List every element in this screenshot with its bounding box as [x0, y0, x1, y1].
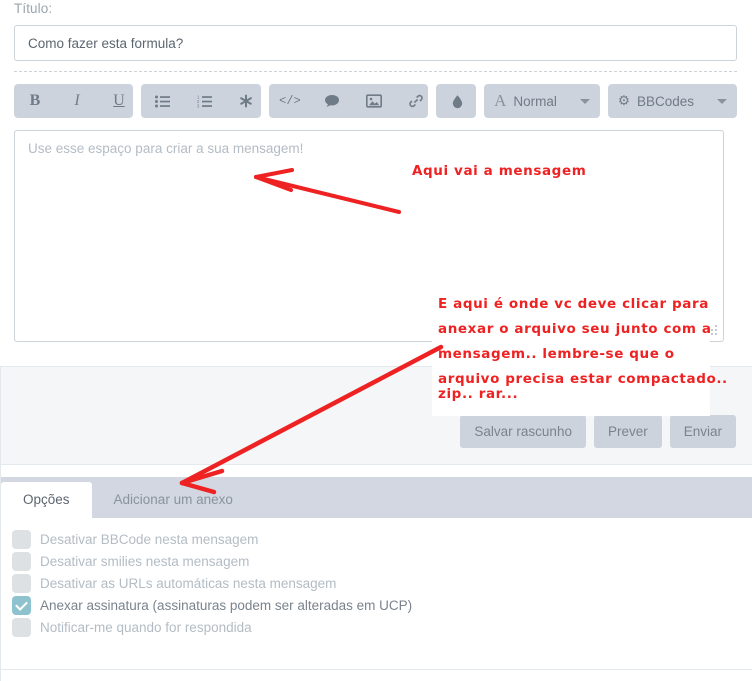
- checkbox-disable-bbcode[interactable]: [12, 530, 31, 549]
- option-label: Desativar BBCode nesta mensagem: [40, 532, 259, 547]
- list-item-button[interactable]: [225, 84, 260, 118]
- gear-icon: ⚙: [617, 93, 630, 108]
- italic-button[interactable]: I: [56, 84, 98, 118]
- option-row-attach-signature[interactable]: Anexar assinatura (assinaturas podem ser…: [12, 596, 412, 615]
- composer-tabs: Opções Adicionar um anexo: [1, 477, 752, 518]
- save-draft-button[interactable]: Salvar rascunho: [460, 415, 586, 448]
- title-separator: [14, 71, 737, 72]
- message-editor[interactable]: Use esse espaço para criar a sua mensage…: [14, 130, 724, 342]
- annotation-attach-line-3: mensagem.. lembre-se que o: [438, 346, 675, 362]
- post-composer-page: Título: B I U 1 2 3: [0, 0, 752, 681]
- option-row-disable-magic-urls[interactable]: Desativar as URLs automáticas nesta mens…: [12, 574, 412, 593]
- droplet-icon: [452, 94, 462, 108]
- link-icon: [409, 94, 423, 108]
- editor-placeholder: Use esse espaço para criar a sua mensage…: [28, 141, 304, 156]
- toolbar-group-text-style: B I U: [14, 84, 134, 118]
- numbered-list-icon: 1 2 3: [197, 95, 212, 108]
- speech-bubble-icon: [324, 95, 339, 107]
- svg-text:3: 3: [197, 103, 200, 107]
- footer-rule: [0, 669, 752, 670]
- toolbar-group-lists: 1 2 3: [141, 84, 261, 118]
- options-list: Desativar BBCode nesta mensagem Desativa…: [12, 530, 412, 637]
- title-label: Título:: [14, 1, 53, 16]
- checkbox-disable-magic-urls[interactable]: [12, 574, 31, 593]
- option-label: Desativar smilies nesta mensagem: [40, 554, 250, 569]
- font-size-icon: A: [494, 91, 507, 110]
- title-input[interactable]: [14, 25, 737, 61]
- text-color-button[interactable]: [436, 84, 476, 118]
- bullet-list-icon: [154, 95, 170, 107]
- option-label: Desativar as URLs automáticas nesta mens…: [40, 576, 337, 591]
- editor-resize-handle[interactable]: [706, 324, 720, 338]
- quote-button[interactable]: [311, 84, 353, 118]
- font-size-dropdown[interactable]: A Normal: [484, 84, 600, 118]
- chevron-down-icon: [717, 98, 728, 104]
- bbcodes-dropdown[interactable]: ⚙ BBCodes: [607, 84, 738, 118]
- underline-button[interactable]: U: [98, 84, 133, 118]
- toolbar-group-insert: </>: [268, 84, 429, 118]
- tab-opcoes[interactable]: Opções: [1, 481, 92, 518]
- option-row-notify-on-reply[interactable]: Notificar-me quando for respondida: [12, 618, 412, 637]
- left-rail: [0, 366, 1, 681]
- image-button[interactable]: [353, 84, 395, 118]
- font-size-label: Normal: [513, 93, 557, 109]
- editor-toolbar: B I U 1 2 3 </> A Normal ⚙ BBCodes: [14, 84, 738, 118]
- toolbar-group-color: [436, 84, 477, 118]
- asterisk-icon: [240, 94, 253, 108]
- bold-button[interactable]: B: [14, 84, 56, 118]
- checkbox-attach-signature[interactable]: [12, 596, 31, 615]
- bbcodes-label: BBCodes: [636, 93, 695, 109]
- action-buttons: Salvar rascunho Prever Enviar: [460, 415, 736, 448]
- tab-adicionar-anexo[interactable]: Adicionar um anexo: [92, 482, 255, 519]
- code-button[interactable]: </>: [269, 84, 311, 118]
- image-icon: [365, 94, 382, 108]
- chevron-down-icon: [579, 98, 590, 104]
- option-row-disable-smilies[interactable]: Desativar smilies nesta mensagem: [12, 552, 412, 571]
- option-label: Notificar-me quando for respondida: [40, 620, 252, 635]
- submit-button[interactable]: Enviar: [669, 415, 736, 448]
- preview-button[interactable]: Prever: [593, 415, 662, 448]
- ordered-list-button[interactable]: 1 2 3: [183, 84, 225, 118]
- checkbox-notify-on-reply[interactable]: [12, 618, 31, 637]
- unordered-list-button[interactable]: [141, 84, 183, 118]
- link-button[interactable]: [395, 84, 428, 118]
- option-row-disable-bbcode[interactable]: Desativar BBCode nesta mensagem: [12, 530, 412, 549]
- checkbox-disable-smilies[interactable]: [12, 552, 31, 571]
- option-label: Anexar assinatura (assinaturas podem ser…: [40, 598, 413, 613]
